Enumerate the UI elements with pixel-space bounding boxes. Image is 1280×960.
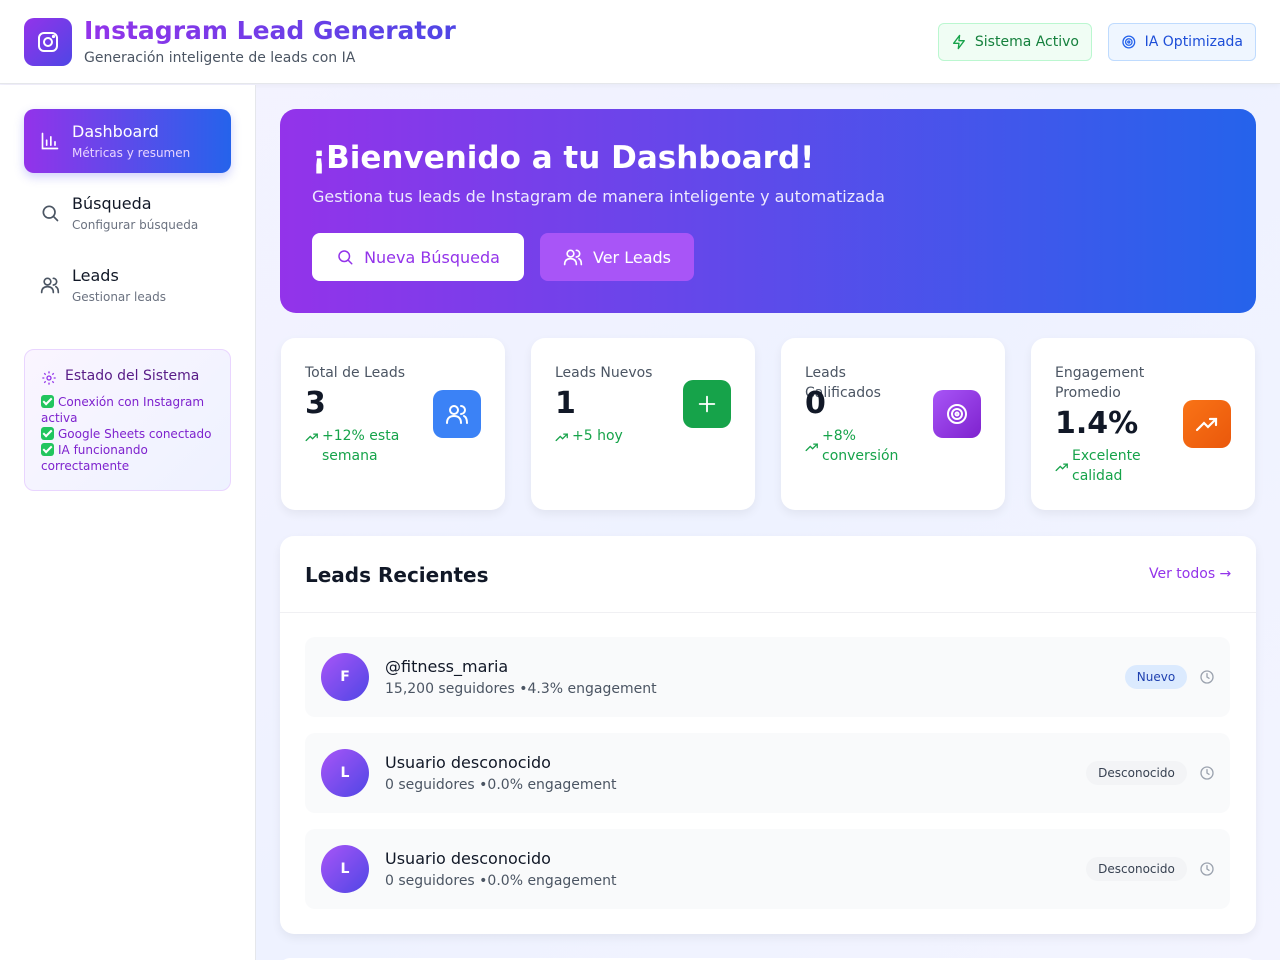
status-badge: Desconocido [1086, 857, 1187, 881]
app-header: Instagram Lead Generator Generación inte… [0, 0, 1280, 84]
sidebar-item-description: Gestionar leads [72, 290, 166, 304]
system-active-pill[interactable]: Sistema Activo [938, 23, 1092, 61]
stat-label: Engagement Promedio [1055, 365, 1145, 401]
lead-username: @fitness_maria [385, 657, 509, 676]
stat-value: 1 [555, 386, 576, 421]
trending-up-icon [1055, 463, 1068, 472]
lead-meta: 15,200 seguidores •4.3% engagement [385, 681, 657, 697]
divider [280, 612, 1256, 613]
ia-optimized-label: IA Optimizada [1144, 34, 1243, 50]
status-badge: Nuevo [1125, 665, 1187, 689]
system-status-line: Conexión con Instagram activa [41, 395, 205, 425]
system-status-panel: Estado del Sistema Conexión con Instagra… [24, 349, 231, 491]
status-badge: Desconocido [1086, 761, 1187, 785]
system-status-line: IA funcionando correctamente [41, 443, 148, 473]
new-search-label: Nueva Búsqueda [364, 247, 500, 267]
check-icon [41, 427, 54, 440]
recent-leads-panel: Leads Recientes Ver todos → F @fitness_m… [280, 536, 1256, 934]
stat-value: 1.4% [1055, 406, 1139, 441]
view-leads-button[interactable]: Ver Leads [540, 233, 694, 281]
gear-icon [42, 371, 56, 385]
avatar: L [321, 749, 369, 797]
lead-username: Usuario desconocido [385, 753, 551, 772]
sidebar-item-label: Leads [72, 266, 119, 285]
sidebar-item-busqueda[interactable]: Búsqueda Configurar búsqueda [24, 181, 231, 245]
sidebar-item-dashboard[interactable]: Dashboard Métricas y resumen [24, 109, 231, 173]
users-icon [433, 390, 481, 438]
instagram-logo-icon [24, 18, 72, 66]
view-all-link[interactable]: Ver todos → [1149, 566, 1231, 582]
lead-meta: 0 seguidores •0.0% engagement [385, 777, 617, 793]
search-icon [338, 250, 353, 265]
avatar: L [321, 845, 369, 893]
system-status-line: Google Sheets conectado [41, 426, 226, 442]
stat-card-qualified-leads: Leads Calificados 0 +8% conversión [781, 338, 1005, 510]
app-subtitle: Generación inteligente de leads con IA [84, 50, 356, 66]
stat-label: Total de Leads [305, 365, 406, 381]
check-icon [41, 443, 54, 456]
users-icon [40, 277, 60, 294]
sidebar-item-label: Búsqueda [72, 194, 152, 213]
sidebar-item-description: Métricas y resumen [72, 146, 191, 160]
sidebar-item-leads[interactable]: Leads Gestionar leads [24, 253, 231, 317]
app-title: Instagram Lead Generator [84, 16, 456, 45]
users-icon [563, 249, 583, 266]
new-search-button[interactable]: Nueva Búsqueda [312, 233, 524, 281]
target-icon [1122, 35, 1136, 49]
view-leads-label: Ver Leads [593, 247, 671, 267]
sidebar: Dashboard Métricas y resumen Búsqueda Co… [0, 85, 256, 960]
bar-chart-icon [41, 132, 59, 150]
system-status-title: Estado del Sistema [65, 368, 200, 384]
welcome-subtitle: Gestiona tus leads de Instagram de maner… [312, 187, 885, 206]
trending-up-icon [1183, 400, 1231, 448]
stat-value: 0 [805, 386, 826, 421]
clock-icon [1200, 670, 1214, 684]
recent-leads-title: Leads Recientes [305, 563, 489, 587]
system-active-label: Sistema Activo [974, 34, 1079, 50]
welcome-banner: ¡Bienvenido a tu Dashboard! Gestiona tus… [280, 109, 1256, 313]
sidebar-item-description: Configurar búsqueda [72, 218, 199, 232]
trending-up-icon [805, 443, 818, 452]
clock-icon [1200, 862, 1214, 876]
clock-icon [1200, 766, 1214, 780]
trending-up-icon [555, 433, 568, 442]
lead-meta: 0 seguidores •0.0% engagement [385, 873, 617, 889]
welcome-title: ¡Bienvenido a tu Dashboard! [312, 140, 815, 176]
target-icon [933, 390, 981, 438]
plus-icon [683, 380, 731, 428]
sidebar-item-label: Dashboard [72, 122, 159, 141]
list-item[interactable]: F @fitness_maria 15,200 seguidores •4.3%… [305, 637, 1230, 717]
search-icon [42, 205, 59, 222]
stat-label: Leads Nuevos [555, 365, 653, 381]
lead-username: Usuario desconocido [385, 849, 551, 868]
stat-card-new-leads: Leads Nuevos 1 +5 hoy [531, 338, 755, 510]
lightning-icon [952, 34, 965, 50]
avatar: F [321, 653, 369, 701]
stat-value: 3 [305, 386, 326, 421]
check-icon [41, 395, 54, 408]
trending-up-icon [305, 433, 318, 442]
stat-card-engagement: Engagement Promedio 1.4% Excelente calid… [1031, 338, 1255, 510]
list-item[interactable]: L Usuario desconocido 0 seguidores •0.0%… [305, 829, 1230, 909]
stat-card-total-leads: Total de Leads 3 +12% esta semana [281, 338, 505, 510]
list-item[interactable]: L Usuario desconocido 0 seguidores •0.0%… [305, 733, 1230, 813]
ia-optimized-pill[interactable]: IA Optimizada [1108, 23, 1256, 61]
